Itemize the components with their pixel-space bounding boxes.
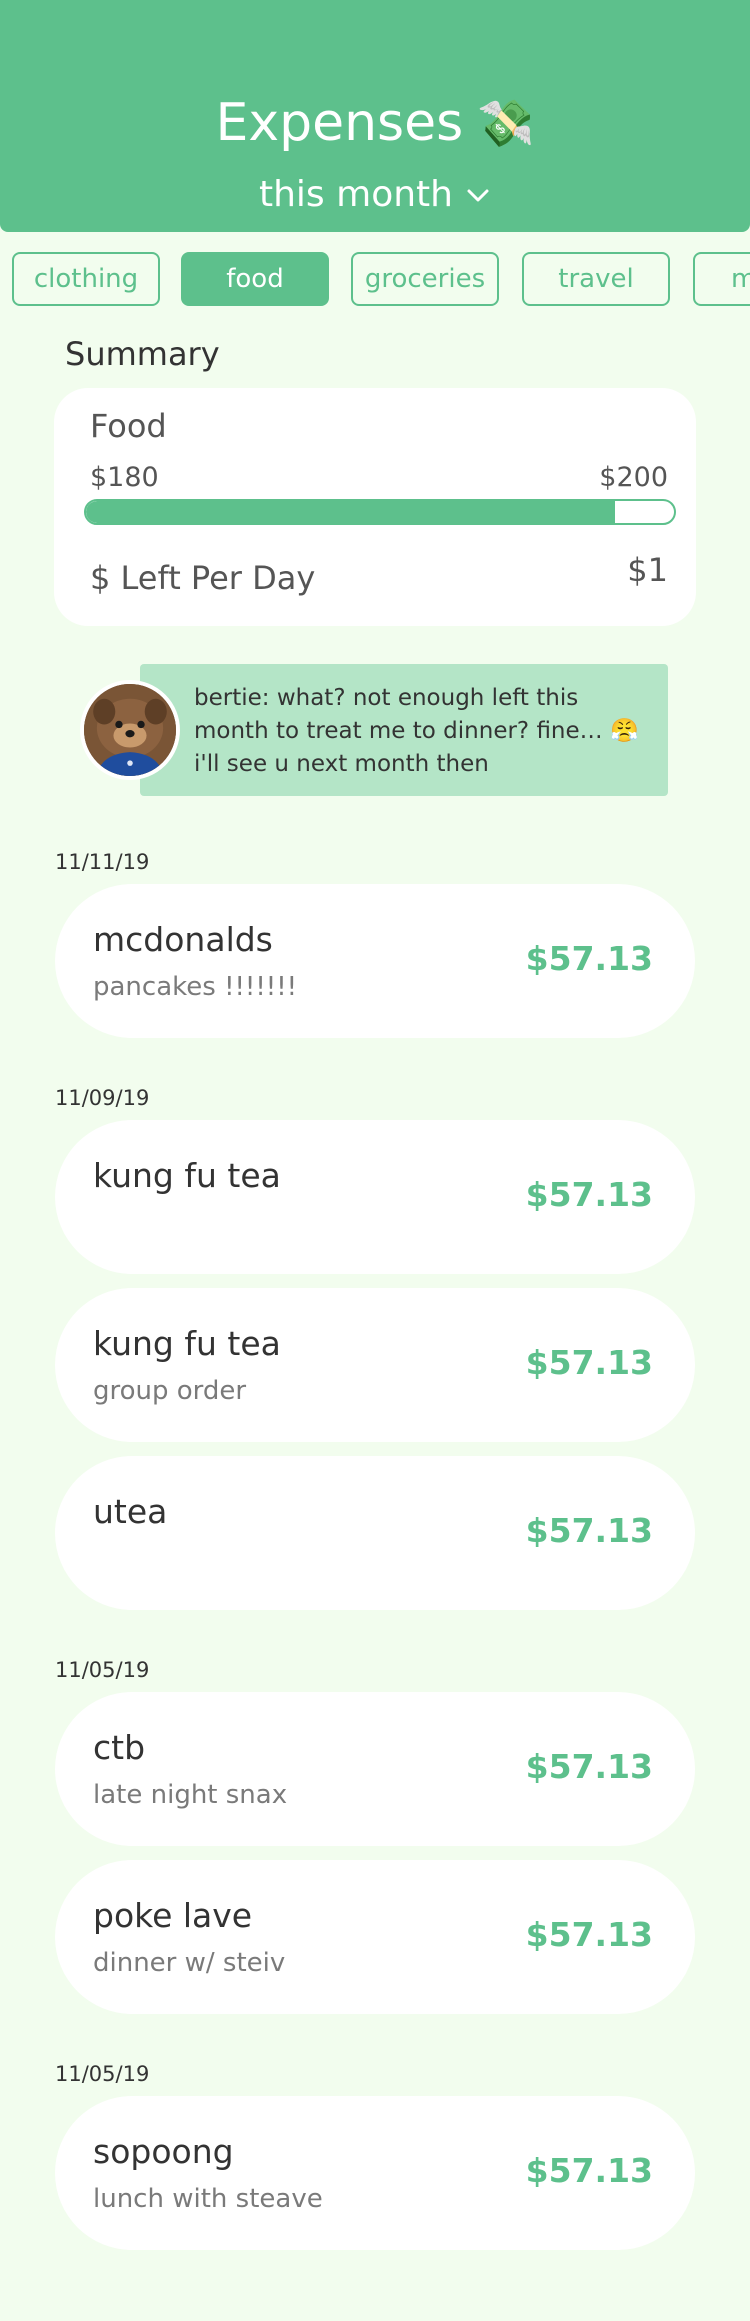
expense-name: ctb	[93, 1728, 146, 1767]
tab-more-partial[interactable]: m	[693, 252, 750, 306]
expense-note: group order	[93, 1376, 247, 1406]
expense-note: late night snax	[93, 1780, 288, 1810]
expense-amount: $57.13	[525, 1747, 653, 1786]
budget-progress-fill	[86, 501, 616, 523]
expense-name: kung fu tea	[93, 1324, 281, 1363]
tab-food[interactable]: food	[181, 252, 329, 306]
category-tabs: clothing food groceries travel m	[0, 252, 750, 306]
expense-note: pancakes !!!!!!!	[93, 972, 298, 1002]
avatar	[80, 680, 180, 780]
expense-name: kung fu tea	[93, 1156, 281, 1195]
expense-amount: $57.13	[525, 2151, 653, 2190]
expense-item[interactable]: ctb late night snax $57.13	[55, 1692, 695, 1846]
date-header: 11/11/19	[55, 850, 150, 874]
chevron-down-icon	[467, 189, 489, 202]
page-title-text: Expenses	[215, 93, 464, 153]
expense-amount: $57.13	[525, 939, 653, 978]
summary-budget: $200	[599, 462, 668, 493]
expense-amount: $57.13	[525, 1175, 653, 1214]
expense-note: dinner w/ steiv	[93, 1948, 286, 1978]
summary-spent: $180	[90, 462, 159, 493]
date-header: 11/05/19	[55, 2062, 150, 2086]
expense-amount: $57.13	[525, 1511, 653, 1550]
pet-message: bertie: what? not enough left this month…	[80, 664, 668, 796]
money-wings-icon: 💸	[477, 96, 535, 150]
tab-travel[interactable]: travel	[522, 252, 670, 306]
budget-progress-bar	[84, 499, 676, 525]
summary-heading: Summary	[65, 335, 220, 373]
period-dropdown[interactable]: this month	[0, 170, 750, 220]
expense-item[interactable]: utea $57.13	[55, 1456, 695, 1610]
left-per-day-value: $1	[627, 551, 668, 589]
left-per-day-label: $ Left Per Day	[90, 559, 316, 597]
dog-avatar-icon	[84, 684, 176, 776]
expense-item[interactable]: mcdonalds pancakes !!!!!!! $57.13	[55, 884, 695, 1038]
message-bubble: bertie: what? not enough left this month…	[140, 664, 668, 796]
expense-note: lunch with steave	[93, 2184, 323, 2214]
tab-groceries[interactable]: groceries	[351, 252, 499, 306]
expense-item[interactable]: kung fu tea $57.13	[55, 1120, 695, 1274]
summary-card: Food $180 $200 $ Left Per Day $1	[54, 388, 696, 626]
expense-name: utea	[93, 1492, 168, 1531]
page-title: Expenses 💸	[0, 88, 750, 158]
tab-clothing[interactable]: clothing	[12, 252, 160, 306]
date-header: 11/05/19	[55, 1658, 150, 1682]
app-header: Expenses 💸 this month	[0, 0, 750, 232]
expense-item[interactable]: kung fu tea group order $57.13	[55, 1288, 695, 1442]
expense-amount: $57.13	[525, 1343, 653, 1382]
date-header: 11/09/19	[55, 1086, 150, 1110]
summary-category: Food	[90, 407, 167, 445]
expense-name: mcdonalds	[93, 920, 273, 959]
expense-item[interactable]: poke lave dinner w/ steiv $57.13	[55, 1860, 695, 2014]
expense-amount: $57.13	[525, 1915, 653, 1954]
expense-item[interactable]: sopoong lunch with steave $57.13	[55, 2096, 695, 2250]
period-label: this month	[259, 174, 453, 215]
expense-name: sopoong	[93, 2132, 234, 2171]
expense-name: poke lave	[93, 1896, 253, 1935]
